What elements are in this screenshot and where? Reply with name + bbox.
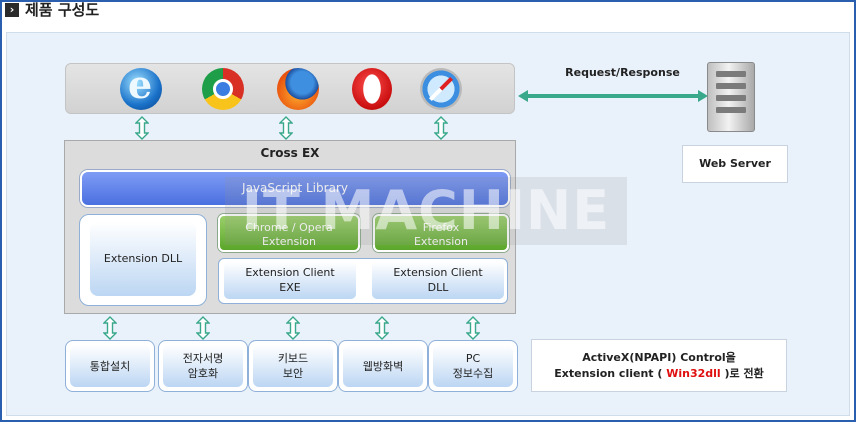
chrome-opera-line1: Chrome / Opera [245, 221, 333, 234]
feature-2-line1: 전자서명 [182, 352, 224, 365]
feature-5-line2: 정보수집 [452, 367, 494, 380]
firefox-extension-box: Firefox Extension [373, 214, 509, 252]
page-title: 제품 구성도 [25, 1, 100, 19]
arrow-feature-1 [103, 316, 117, 340]
arrow-browser-firefox [279, 116, 293, 140]
extension-client-dll-box: Extension Client DLL [372, 262, 504, 299]
note-line1: ActiveX(NPAPI) Control을 [582, 351, 736, 364]
arrow-feature-4 [375, 316, 389, 340]
feature-web-firewall: 웹방화벽 [343, 345, 423, 387]
extension-dll-box: Extension DLL [90, 222, 196, 296]
opera-icon [352, 68, 392, 110]
feature-3-line1: 키보드 [277, 352, 309, 365]
arrow-feature-3 [286, 316, 300, 340]
chrome-icon [202, 68, 244, 110]
javascript-library-box: JavaScript Library [80, 170, 510, 207]
arrow-browser-ie [135, 116, 149, 140]
feature-keyboard-security: 키보드 보안 [253, 345, 333, 387]
chevron-right-icon: › [5, 3, 19, 17]
chrome-opera-extension-box: Chrome / Opera Extension [218, 214, 360, 252]
header-bar [2, 2, 854, 30]
feature-3-line2: 보안 [282, 367, 304, 380]
arrow-feature-2 [196, 316, 210, 340]
feature-2-line2: 암호화 [187, 367, 219, 380]
cross-ex-title: Cross EX [260, 146, 320, 160]
conversion-note: ActiveX(NPAPI) Control을 Extension client… [531, 339, 787, 392]
request-response-arrow [518, 88, 708, 102]
feature-4-line1: 웹방화벽 [362, 359, 404, 373]
feature-1-line1: 통합설치 [89, 359, 131, 373]
note-line2-suffix: )로 전환 [720, 367, 764, 380]
server-icon [707, 62, 755, 132]
web-server-label: Web Server [682, 145, 788, 183]
note-line2-prefix: Extension client ( [554, 367, 667, 380]
feature-pc-info: PC 정보수집 [433, 345, 513, 387]
feature-digital-signature: 전자서명 암호화 [163, 345, 243, 387]
client-exe-line1: Extension Client [245, 266, 335, 279]
feature-integrated-install: 통합설치 [70, 345, 150, 387]
firefox-ext-line1: Firefox [422, 221, 460, 234]
client-dll-line1: Extension Client [393, 266, 483, 279]
safari-icon [420, 68, 462, 110]
arrow-feature-5 [466, 316, 480, 340]
note-highlight: Win32dll [666, 367, 721, 380]
internet-explorer-icon [120, 62, 162, 110]
firefox-ext-line2: Extension [413, 235, 468, 248]
firefox-icon [277, 68, 319, 110]
extension-client-exe-box: Extension Client EXE [224, 262, 356, 299]
arrow-browser-safari [434, 116, 448, 140]
feature-5-line1: PC [465, 352, 481, 365]
client-exe-line2: EXE [279, 281, 301, 294]
client-dll-line2: DLL [427, 281, 449, 294]
chrome-opera-line2: Extension [261, 235, 316, 248]
note-line2: Extension client ( Win32dll )로 전환 [532, 366, 786, 382]
request-response-label: Request/Response [565, 66, 680, 79]
